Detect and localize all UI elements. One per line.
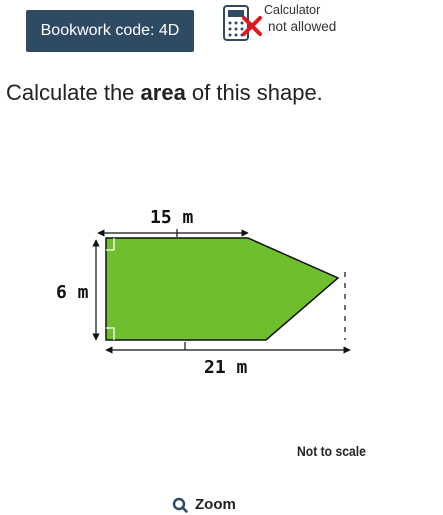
question-suffix: of this shape. — [185, 80, 323, 105]
question-text: Calculate the area of this shape. — [6, 80, 323, 106]
calculator-not-allowed-icon — [223, 5, 262, 41]
bookwork-code-text: Bookwork code: 4D — [40, 22, 180, 39]
magnifier-icon — [172, 497, 188, 513]
zoom-button[interactable]: Zoom — [172, 496, 236, 513]
top-length-label: 15 m — [150, 207, 194, 228]
question-emphasis: area — [140, 80, 186, 105]
height-label: 6 m — [56, 282, 89, 303]
green-pentagon-shape — [105, 237, 340, 341]
shape-figure: 15 m 6 m 21 m — [56, 207, 351, 378]
bottom-length-label: 21 m — [204, 357, 248, 378]
bookwork-code-badge: Bookwork code: 4D — [26, 10, 194, 52]
calculator-status: not allowed — [268, 19, 337, 34]
zoom-label: Zoom — [195, 496, 236, 513]
calculator-title: Calculator — [264, 3, 321, 17]
not-to-scale-note: Not to scale — [297, 444, 366, 459]
question-prefix: Calculate the — [6, 80, 141, 105]
